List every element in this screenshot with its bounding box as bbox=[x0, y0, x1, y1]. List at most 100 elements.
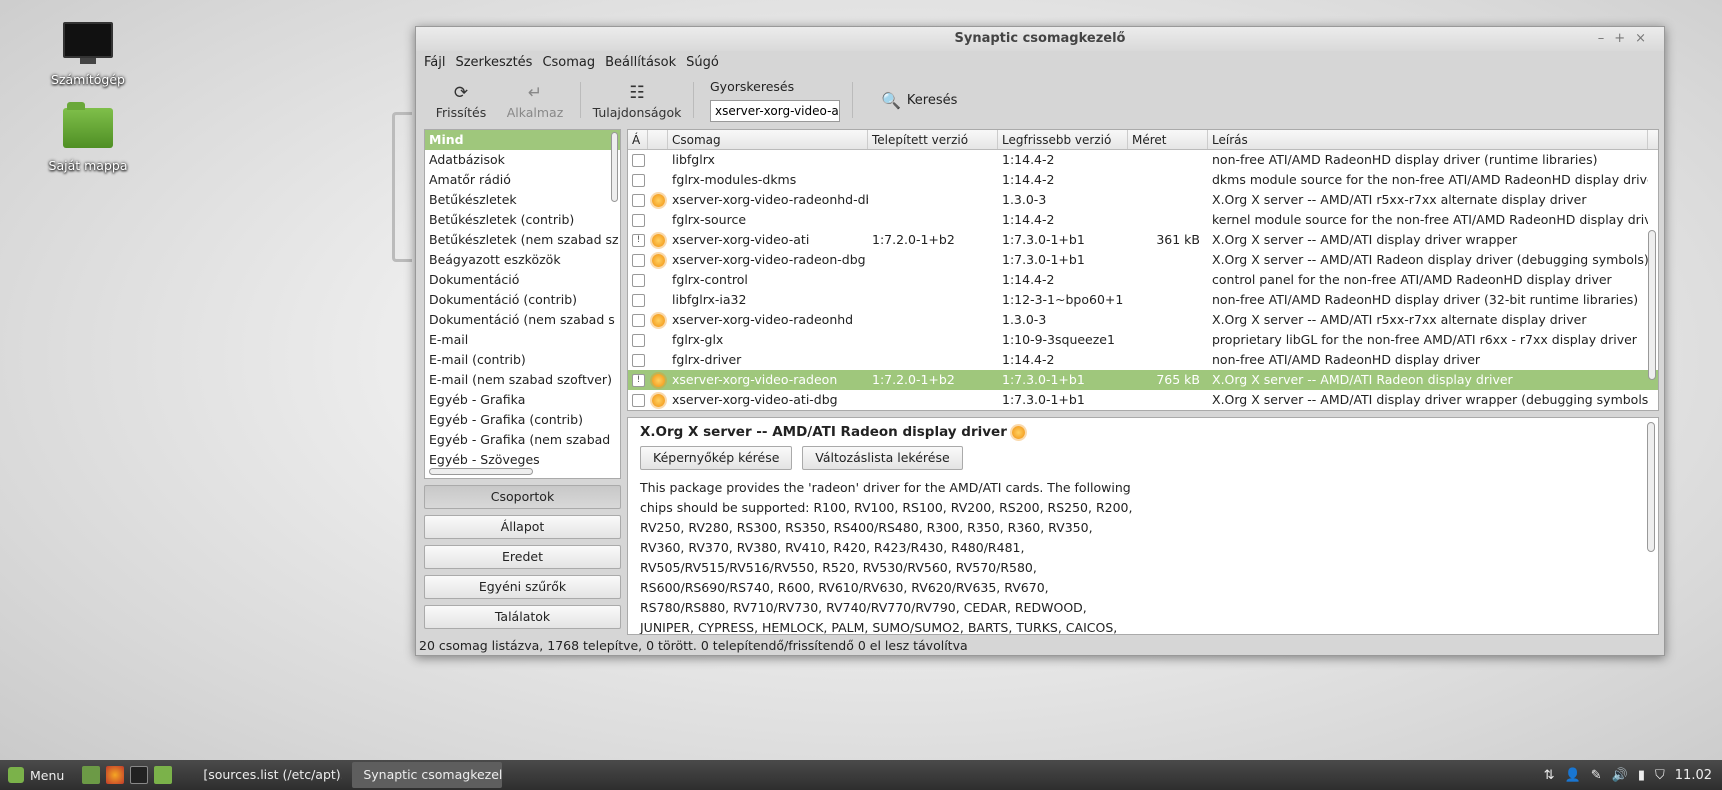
show-desktop-icon[interactable] bbox=[82, 766, 101, 784]
row-package-name: xserver-xorg-video-radeonhd-dbg bbox=[672, 192, 868, 207]
row-installed-version bbox=[868, 190, 998, 210]
task-sources-list[interactable]: [sources.list (/etc/apt)... bbox=[192, 762, 342, 788]
row-support bbox=[648, 150, 668, 170]
category-item[interactable]: Dokumentáció (contrib) bbox=[425, 290, 620, 310]
package-table-scrollbar[interactable] bbox=[1648, 230, 1656, 380]
category-item[interactable]: Beágyazott eszközök bbox=[425, 250, 620, 270]
column-size[interactable]: Méret bbox=[1128, 130, 1208, 149]
row-support bbox=[648, 310, 668, 330]
category-item[interactable]: Betűkészletek bbox=[425, 190, 620, 210]
category-item[interactable]: Betűkészletek (contrib) bbox=[425, 210, 620, 230]
user-icon[interactable]: 👤 bbox=[1565, 768, 1581, 783]
table-row[interactable]: libfglrx-ia32 1:12-3-1~bpo60+1 non-free AT… bbox=[628, 290, 1658, 310]
task-synaptic[interactable]: Synaptic csomagkezelő bbox=[352, 762, 503, 788]
table-row[interactable]: fglrx-driver 1:14.4-2 non-free ATI/AMD Rad… bbox=[628, 350, 1658, 370]
row-checkbox[interactable]: ! bbox=[628, 370, 648, 390]
refresh-button[interactable]: ⟳ Frissítés bbox=[424, 81, 498, 120]
category-item[interactable]: Adatbázisok bbox=[425, 150, 620, 170]
start-menu-button[interactable]: Menu bbox=[0, 760, 72, 790]
battery-icon[interactable]: ▮ bbox=[1638, 768, 1645, 783]
row-checkbox[interactable] bbox=[628, 250, 648, 270]
row-checkbox[interactable] bbox=[628, 210, 648, 230]
status-button[interactable]: Állapot bbox=[424, 515, 621, 539]
search-results-button[interactable]: Találatok bbox=[424, 605, 621, 629]
column-installed-version[interactable]: Telepített verzió bbox=[868, 130, 998, 149]
category-item[interactable]: Egyéb - Grafika bbox=[425, 390, 620, 410]
column-support[interactable] bbox=[648, 130, 668, 149]
row-description: non-free ATI/AMD RadeonHD display driver bbox=[1212, 352, 1481, 367]
table-row[interactable]: xserver-xorg-video-radeon-dbg 1:7.3.0-1+b… bbox=[628, 250, 1658, 270]
row-checkbox[interactable] bbox=[628, 330, 648, 350]
table-row[interactable]: ! xserver-xorg-video-ati 1:7.2.0-1+b2 1:7.3… bbox=[628, 230, 1658, 250]
row-package-name: xserver-xorg-video-radeonhd bbox=[672, 312, 854, 327]
table-row[interactable]: xserver-xorg-video-ati-dbg 1:7.3.0-1+b1 X.… bbox=[628, 390, 1658, 410]
table-row[interactable]: xserver-xorg-video-radeonhd-dbg 1.3.0-3 X.… bbox=[628, 190, 1658, 210]
table-row[interactable]: fglrx-glx 1:10-9-3squeeze1 proprietary lib… bbox=[628, 330, 1658, 350]
row-size bbox=[1128, 210, 1208, 230]
terminal-icon[interactable] bbox=[130, 766, 149, 784]
table-row[interactable]: libfglrx 1:14.4-2 non-free ATI/AMD RadeonH… bbox=[628, 150, 1658, 170]
category-item[interactable]: E-mail bbox=[425, 330, 620, 350]
row-support bbox=[648, 210, 668, 230]
row-checkbox[interactable] bbox=[628, 290, 648, 310]
firefox-icon[interactable] bbox=[106, 766, 125, 784]
row-checkbox[interactable] bbox=[628, 150, 648, 170]
get-changelog-button[interactable]: Változáslista lekérése bbox=[802, 446, 963, 470]
row-installed-version bbox=[868, 330, 998, 350]
table-row[interactable]: fglrx-control 1:14.4-2 control panel for t… bbox=[628, 270, 1658, 290]
row-checkbox[interactable] bbox=[628, 270, 648, 290]
row-size bbox=[1128, 270, 1208, 290]
details-scrollbar[interactable] bbox=[1647, 422, 1655, 552]
menu-file[interactable]: Fájl bbox=[424, 51, 445, 75]
get-screenshot-button[interactable]: Képernyőkép kérése bbox=[640, 446, 793, 470]
category-item[interactable]: Egyéb - Grafika (contrib) bbox=[425, 410, 620, 430]
column-latest-version[interactable]: Legfrissebb verzió bbox=[998, 130, 1128, 149]
properties-button[interactable]: ☷ Tulajdonságok bbox=[589, 81, 685, 120]
menu-help[interactable]: Súgó bbox=[686, 51, 719, 75]
category-vertical-scrollbar[interactable] bbox=[611, 132, 618, 202]
search-button[interactable]: 🔍 Keresés bbox=[881, 91, 957, 110]
quick-search-input[interactable] bbox=[710, 99, 840, 122]
apply-button[interactable]: ↵ Alkalmaz bbox=[498, 81, 572, 120]
table-row[interactable]: fglrx-modules-dkms 1:14.4-2 dkms module so… bbox=[628, 170, 1658, 190]
row-checkbox[interactable] bbox=[628, 350, 648, 370]
category-item[interactable]: Egyéb - Grafika (nem szabad bbox=[425, 430, 620, 450]
category-item[interactable]: Mind bbox=[425, 130, 620, 150]
category-item[interactable]: Betűkészletek (nem szabad sz bbox=[425, 230, 620, 250]
row-checkbox[interactable] bbox=[628, 190, 648, 210]
category-item[interactable]: E-mail (contrib) bbox=[425, 350, 620, 370]
volume-icon[interactable]: 🔊 bbox=[1612, 768, 1628, 783]
row-checkbox[interactable] bbox=[628, 310, 648, 330]
synaptic-window: Synaptic csomagkezelő –+× Fájl Szerkeszt… bbox=[415, 26, 1665, 656]
category-item[interactable]: Egyéb - Szöveges bbox=[425, 450, 620, 470]
menu-settings[interactable]: Beállítások bbox=[605, 51, 676, 75]
row-checkbox[interactable] bbox=[628, 390, 648, 410]
column-status[interactable]: Á bbox=[628, 130, 648, 149]
menu-edit[interactable]: Szerkesztés bbox=[455, 51, 532, 75]
column-description[interactable]: Leírás bbox=[1208, 130, 1648, 149]
table-row[interactable]: ! xserver-xorg-video-radeon 1:7.2.0-1+b2 1:… bbox=[628, 370, 1658, 390]
table-row[interactable]: xserver-xorg-video-radeonhd 1.3.0-3 X.Org … bbox=[628, 310, 1658, 330]
menu-package[interactable]: Csomag bbox=[542, 51, 595, 75]
tools-icon[interactable]: ✎ bbox=[1591, 768, 1602, 783]
custom-filters-button[interactable]: Egyéni szűrők bbox=[424, 575, 621, 599]
row-checkbox[interactable]: ! bbox=[628, 230, 648, 250]
title-bar[interactable]: Synaptic csomagkezelő –+× bbox=[416, 27, 1664, 51]
network-icon[interactable]: ⇅ bbox=[1544, 768, 1555, 783]
category-horizontal-scrollbar[interactable] bbox=[429, 468, 533, 475]
category-item[interactable]: Amatőr rádió bbox=[425, 170, 620, 190]
category-item[interactable]: Dokumentáció (nem szabad s bbox=[425, 310, 620, 330]
category-item[interactable]: Dokumentáció bbox=[425, 270, 620, 290]
desktop-icon-home[interactable]: Saját mappa bbox=[33, 102, 143, 173]
window-controls[interactable]: –+× bbox=[1598, 27, 1656, 51]
update-shield-icon[interactable]: ⛉ bbox=[1655, 768, 1665, 783]
table-row[interactable]: fglrx-source 1:14.4-2 kernel module source… bbox=[628, 210, 1658, 230]
row-checkbox[interactable] bbox=[628, 170, 648, 190]
category-item[interactable]: E-mail (nem szabad szoftver) bbox=[425, 370, 620, 390]
clock[interactable]: 11.02 bbox=[1675, 768, 1712, 783]
desktop-icon-computer[interactable]: Számítógép bbox=[33, 22, 143, 87]
files-icon[interactable] bbox=[154, 766, 173, 784]
column-package[interactable]: Csomag bbox=[668, 130, 868, 149]
origin-button[interactable]: Eredet bbox=[424, 545, 621, 569]
groups-button[interactable]: Csoportok bbox=[424, 485, 621, 509]
